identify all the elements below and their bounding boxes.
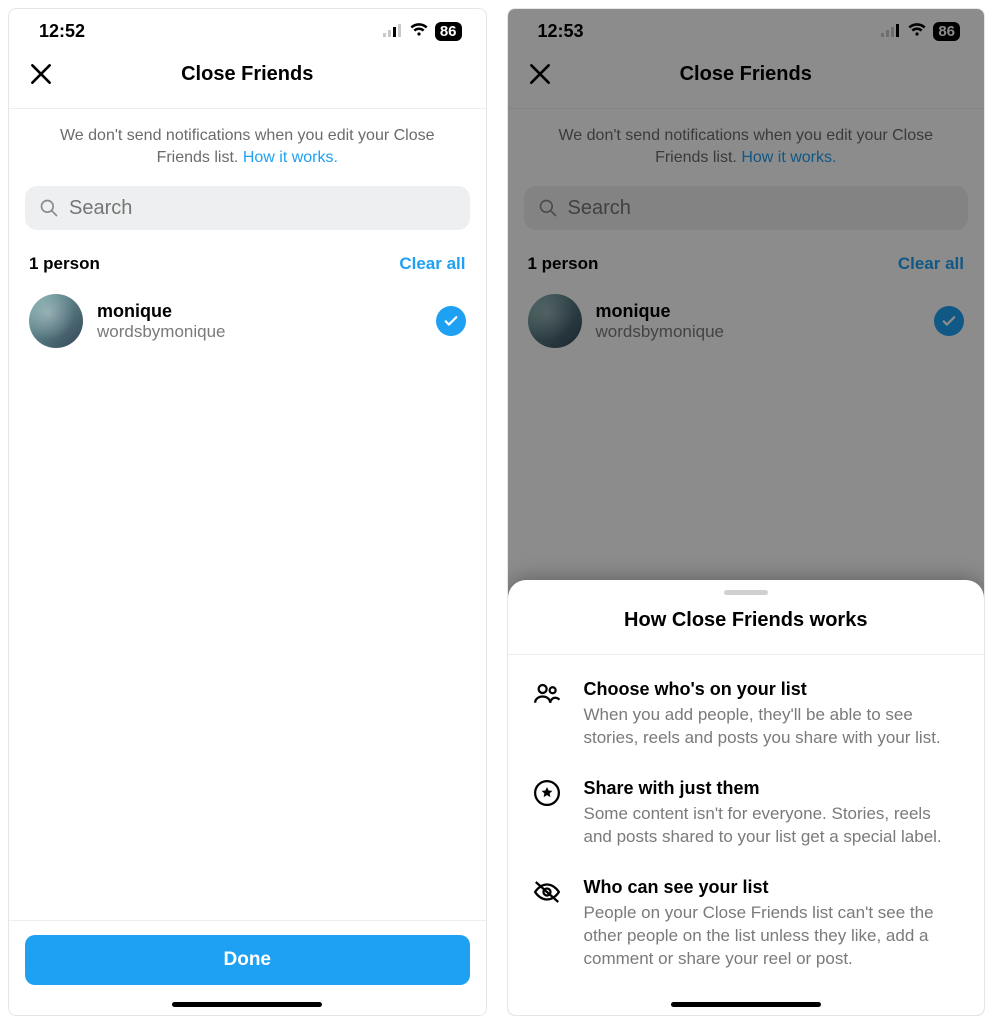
sheet-item-body: Some content isn't for everyone. Stories… <box>584 803 961 849</box>
phone-screen-left: 12:52 86 Close Friends We don't send not… <box>8 8 487 1016</box>
friend-text: monique wordsbymonique <box>97 301 422 342</box>
sheet-item-title: Who can see your list <box>584 877 961 898</box>
how-it-works-sheet[interactable]: How Close Friends works Choose who's on … <box>508 580 985 1015</box>
sheet-item-choose: Choose who's on your list When you add p… <box>508 655 985 754</box>
home-indicator <box>172 1002 322 1007</box>
person-count: 1 person <box>29 254 100 274</box>
phone-screen-right: 12:53 86 Close Friends We don't send not… <box>507 8 986 1016</box>
close-icon <box>28 61 54 87</box>
sheet-item-title: Share with just them <box>584 778 961 799</box>
status-right: 86 <box>383 21 462 42</box>
wifi-icon <box>409 21 429 42</box>
list-header: 1 person Clear all <box>9 240 486 286</box>
sheet-handle[interactable] <box>724 590 768 595</box>
nav-header: Close Friends <box>9 50 486 109</box>
friend-handle: wordsbymonique <box>97 322 422 342</box>
sheet-item-visibility: Who can see your list People on your Clo… <box>508 853 985 975</box>
footer: Done <box>9 920 486 1015</box>
how-it-works-link[interactable]: How it works. <box>243 149 338 166</box>
search-icon <box>39 198 59 218</box>
eye-off-icon <box>532 877 566 971</box>
sheet-title: How Close Friends works <box>508 609 985 655</box>
battery-level: 86 <box>435 22 462 41</box>
selected-check[interactable] <box>436 306 466 336</box>
sheet-item-title: Choose who's on your list <box>584 679 961 700</box>
home-indicator <box>671 1002 821 1007</box>
notice-text: We don't send notifications when you edi… <box>9 109 486 178</box>
sheet-item-body: When you add people, they'll be able to … <box>584 704 961 750</box>
close-button[interactable] <box>25 58 57 90</box>
status-time: 12:52 <box>39 21 85 42</box>
check-icon <box>442 312 460 330</box>
search-container <box>9 178 486 240</box>
friend-row[interactable]: monique wordsbymonique <box>9 286 486 356</box>
star-circle-icon <box>532 778 566 849</box>
people-icon <box>532 679 566 750</box>
search-field[interactable] <box>69 197 456 220</box>
page-title: Close Friends <box>9 63 486 86</box>
done-button[interactable]: Done <box>25 935 470 985</box>
search-input[interactable] <box>25 186 470 230</box>
status-bar: 12:52 86 <box>9 9 486 50</box>
sheet-item-share: Share with just them Some content isn't … <box>508 754 985 853</box>
avatar <box>29 294 83 348</box>
clear-all-button[interactable]: Clear all <box>399 254 465 274</box>
sheet-item-body: People on your Close Friends list can't … <box>584 902 961 971</box>
friend-name: monique <box>97 301 422 322</box>
cellular-icon <box>383 21 403 42</box>
